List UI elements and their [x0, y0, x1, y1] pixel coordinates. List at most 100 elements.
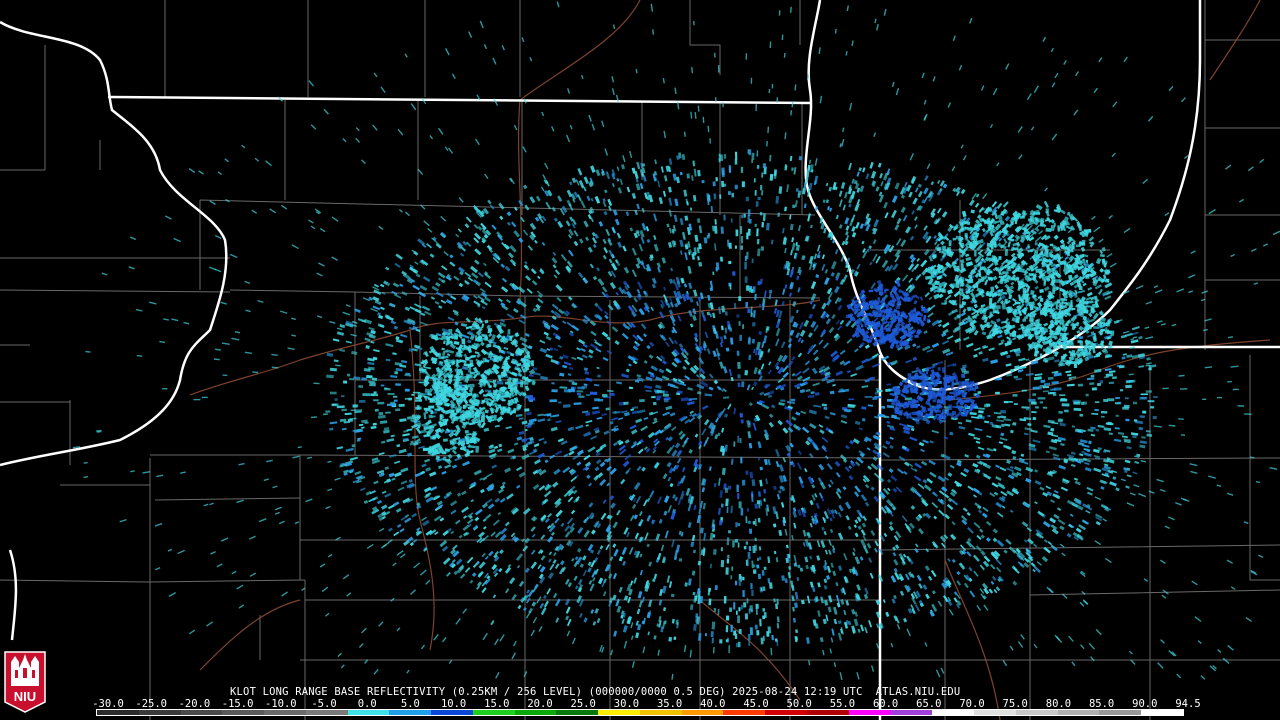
echo-speckle — [119, 518, 127, 523]
echo-speckle — [580, 200, 586, 209]
echo-speckle — [401, 359, 408, 364]
echo-speckle — [451, 464, 458, 469]
echo-speckle — [1028, 398, 1036, 402]
echo-speckle — [484, 296, 491, 303]
echo-speckle — [642, 646, 646, 654]
echo-speckle — [861, 417, 866, 422]
echo-speckle — [607, 304, 614, 311]
echo-speckle — [409, 542, 415, 547]
echo-speckle — [709, 138, 712, 144]
echo-speckle — [329, 391, 337, 395]
echo-speckle — [532, 483, 540, 490]
echo-speckle — [557, 344, 562, 348]
echo-speckle — [679, 250, 683, 255]
echo-speckle — [593, 383, 600, 387]
echo-speckle — [737, 493, 740, 500]
echo-speckle — [689, 604, 694, 610]
echo-speckle — [266, 459, 273, 463]
echo-speckle — [794, 84, 797, 91]
echo-speckle — [291, 244, 299, 250]
echo-speckle — [886, 478, 892, 483]
echo-speckle — [601, 120, 605, 128]
echo-speckle — [760, 246, 765, 251]
echo-speckle — [811, 586, 816, 593]
echo-speckle — [755, 603, 759, 609]
echo-speckle — [1025, 408, 1029, 411]
echo-speckle — [1107, 398, 1115, 402]
echo-speckle — [616, 381, 622, 385]
echo-speckle — [867, 465, 872, 471]
echo-speckle — [441, 347, 445, 351]
echo-speckle — [244, 351, 252, 354]
echo-speckle — [396, 627, 401, 632]
echo-speckle — [749, 528, 753, 534]
echo-speckle — [778, 464, 784, 472]
echo-speckle — [506, 298, 511, 304]
echo-speckle — [974, 427, 983, 431]
echo-speckle — [329, 320, 336, 324]
echo-speckle — [621, 164, 626, 170]
echo-speckle — [665, 405, 673, 411]
echo-speckle — [1108, 214, 1113, 219]
echo-speckle — [571, 387, 575, 391]
echo-speckle — [554, 269, 561, 275]
echo-speckle — [930, 569, 937, 578]
echo-speckle — [590, 435, 598, 440]
echo-speckle — [560, 522, 565, 527]
echo-speckle — [331, 216, 339, 222]
echo-speckle — [1039, 486, 1045, 491]
echo-speckle — [829, 517, 833, 522]
echo-speckle — [1018, 154, 1023, 160]
echo-speckle — [756, 228, 759, 237]
echo-speckle — [629, 150, 633, 159]
echo-speckle — [668, 636, 673, 642]
echo-speckle — [965, 253, 970, 258]
echo-speckle — [608, 258, 613, 264]
echo-speckle — [518, 471, 526, 478]
echo-speckle — [1135, 420, 1143, 424]
echo-speckle — [751, 152, 755, 161]
echo-speckle — [498, 443, 503, 448]
echo-speckle — [823, 578, 828, 584]
echo-speckle — [1008, 546, 1017, 554]
echo-speckle — [450, 500, 458, 507]
echo-speckle — [583, 176, 589, 185]
echo-speckle — [1020, 453, 1025, 457]
echo-speckle — [1034, 373, 1043, 377]
echo-speckle — [1021, 521, 1029, 528]
echo-speckle — [1105, 557, 1112, 564]
echo-speckle — [417, 238, 426, 246]
echo-speckle — [403, 429, 409, 433]
echo-speckle — [621, 373, 630, 379]
echo-speckle — [804, 556, 809, 563]
echo-speckle — [775, 322, 780, 329]
echo-speckle — [588, 502, 594, 508]
echo-speckle — [1017, 641, 1024, 648]
echo-speckle — [1070, 463, 1076, 468]
echo-speckle — [377, 414, 386, 419]
echo-speckle — [1006, 459, 1012, 464]
echo-speckle — [101, 272, 108, 276]
echo-speckle — [980, 534, 985, 539]
echo-speckle — [596, 549, 601, 555]
echo-speckle — [1002, 659, 1008, 667]
echo-speckle — [398, 403, 405, 407]
echo-speckle — [423, 486, 432, 493]
echo-speckle — [614, 340, 620, 346]
echo-speckle — [616, 605, 622, 613]
echo-speckle — [1037, 397, 1046, 400]
echo-speckle — [1053, 513, 1060, 520]
echo-speckle — [604, 148, 609, 156]
echo-speckle — [198, 170, 204, 175]
echo-speckle — [854, 519, 859, 524]
echo-speckle — [704, 331, 709, 339]
echo-speckle — [684, 375, 691, 380]
echo-speckle — [759, 479, 763, 487]
echo-speckle — [891, 195, 898, 203]
echo-speckle — [687, 387, 693, 391]
echo-speckle — [833, 662, 837, 668]
echo-speckle — [557, 220, 564, 228]
echo-speckle — [900, 206, 906, 213]
echo-speckle — [931, 342, 940, 349]
echo-speckle — [830, 260, 837, 270]
